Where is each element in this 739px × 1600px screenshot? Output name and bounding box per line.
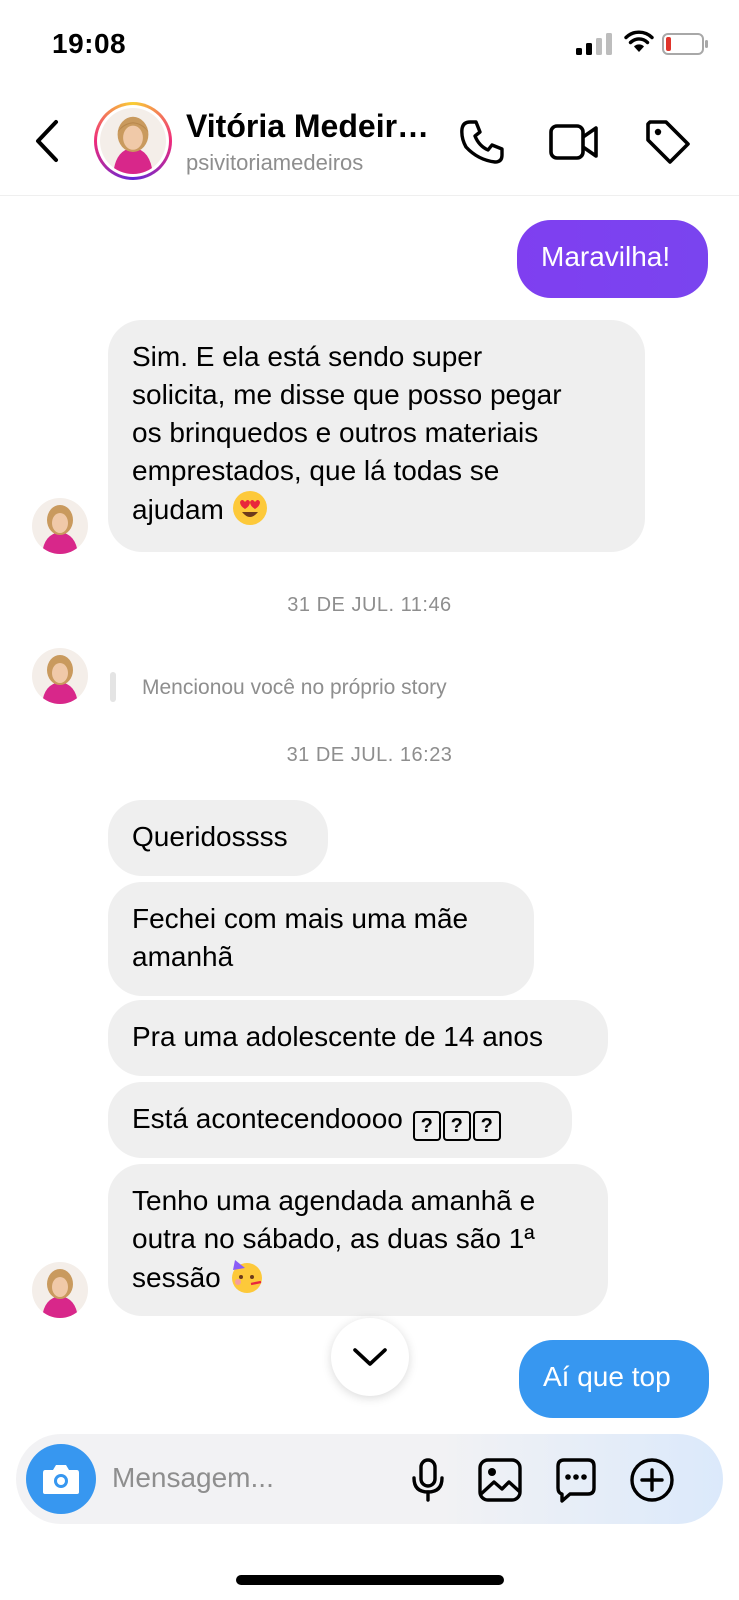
message-line: solicita, me disse que posso pegar xyxy=(132,379,562,410)
incoming-message[interactable]: Está acontecendoooo ??? xyxy=(108,1082,572,1158)
message-text: Maravilha! xyxy=(541,241,671,272)
message-line: Fechei com mais uma mãe xyxy=(132,903,469,934)
contact-username[interactable]: psivitoriamedeiros xyxy=(186,150,363,176)
message-text: Pra uma adolescente de 14 anos xyxy=(132,1021,543,1052)
cellular-signal-icon xyxy=(576,33,612,55)
unknown-emoji-box: ? xyxy=(442,1111,471,1141)
chat-header: Vitória Medeir… psivitoriamedeiros xyxy=(0,92,739,196)
message-line: Sim. E ela está sendo super xyxy=(132,341,483,372)
message-line: ajudam xyxy=(132,490,621,529)
battery-icon xyxy=(662,33,708,55)
sender-avatar[interactable] xyxy=(32,1262,88,1318)
sticker-icon[interactable] xyxy=(552,1456,600,1504)
camera-icon xyxy=(43,1465,79,1494)
message-text: Aí que top xyxy=(543,1361,671,1392)
heart-eyes-emoji-icon xyxy=(232,491,267,525)
incoming-message[interactable]: Tenho uma agendada amanhã e outra no sáb… xyxy=(108,1164,608,1316)
sender-avatar[interactable] xyxy=(32,648,88,704)
back-icon[interactable] xyxy=(28,116,68,166)
message-text: Está acontecendoooo xyxy=(132,1103,403,1134)
tag-icon[interactable] xyxy=(642,116,694,168)
message-line: amanhã xyxy=(132,941,234,972)
mention-divider xyxy=(110,672,116,702)
message-line: emprestados, que lá todas se xyxy=(132,455,500,486)
contact-name[interactable]: Vitória Medeir… xyxy=(186,108,429,145)
video-icon[interactable] xyxy=(548,116,600,168)
home-indicator xyxy=(236,1575,504,1585)
message-line: Tenho uma agendada amanhã e xyxy=(132,1185,536,1216)
unknown-emoji-box: ? xyxy=(412,1111,441,1141)
story-mention-text[interactable]: Mencionou você no próprio story xyxy=(142,676,447,700)
microphone-icon[interactable] xyxy=(404,1456,452,1504)
outgoing-message[interactable]: Aí que top xyxy=(519,1340,709,1418)
incoming-message[interactable]: Fechei com mais uma mãe amanhã xyxy=(108,882,534,996)
timestamp: 31 DE JUL. 11:46 xyxy=(287,594,452,616)
camera-button[interactable] xyxy=(26,1444,96,1514)
wifi-icon xyxy=(624,30,654,52)
outgoing-message[interactable]: Maravilha! xyxy=(517,220,708,298)
incoming-message[interactable]: Queridossss xyxy=(108,800,328,876)
incoming-message[interactable]: Pra uma adolescente de 14 anos xyxy=(108,1000,608,1076)
message-text: sessão xyxy=(132,1262,221,1293)
avatar-photo xyxy=(100,108,166,174)
scroll-to-bottom-button[interactable] xyxy=(331,1318,409,1396)
status-time: 19:08 xyxy=(52,28,127,59)
contact-avatar[interactable] xyxy=(94,102,172,180)
party-face-emoji-icon xyxy=(231,1260,262,1293)
sender-avatar[interactable] xyxy=(32,498,88,554)
image-icon[interactable] xyxy=(476,1456,524,1504)
message-input[interactable] xyxy=(112,1458,392,1498)
timestamp: 31 DE JUL. 16:23 xyxy=(286,744,453,766)
message-text: Queridossss xyxy=(132,821,288,852)
plus-icon[interactable] xyxy=(628,1456,676,1504)
phone-icon[interactable] xyxy=(456,116,508,168)
unknown-emoji-box: ? xyxy=(472,1111,501,1141)
message-text: ajudam xyxy=(132,494,224,525)
message-line: os brinquedos e outros materiais xyxy=(132,417,539,448)
message-line: outra no sábado, as duas são 1ª xyxy=(132,1223,535,1254)
status-bar: 19:08 xyxy=(0,0,739,92)
incoming-message[interactable]: Sim. E ela está sendo super solicita, me… xyxy=(108,320,645,552)
message-line: sessão xyxy=(132,1258,584,1297)
chevron-down-icon xyxy=(353,1348,387,1366)
message-composer xyxy=(16,1434,723,1524)
